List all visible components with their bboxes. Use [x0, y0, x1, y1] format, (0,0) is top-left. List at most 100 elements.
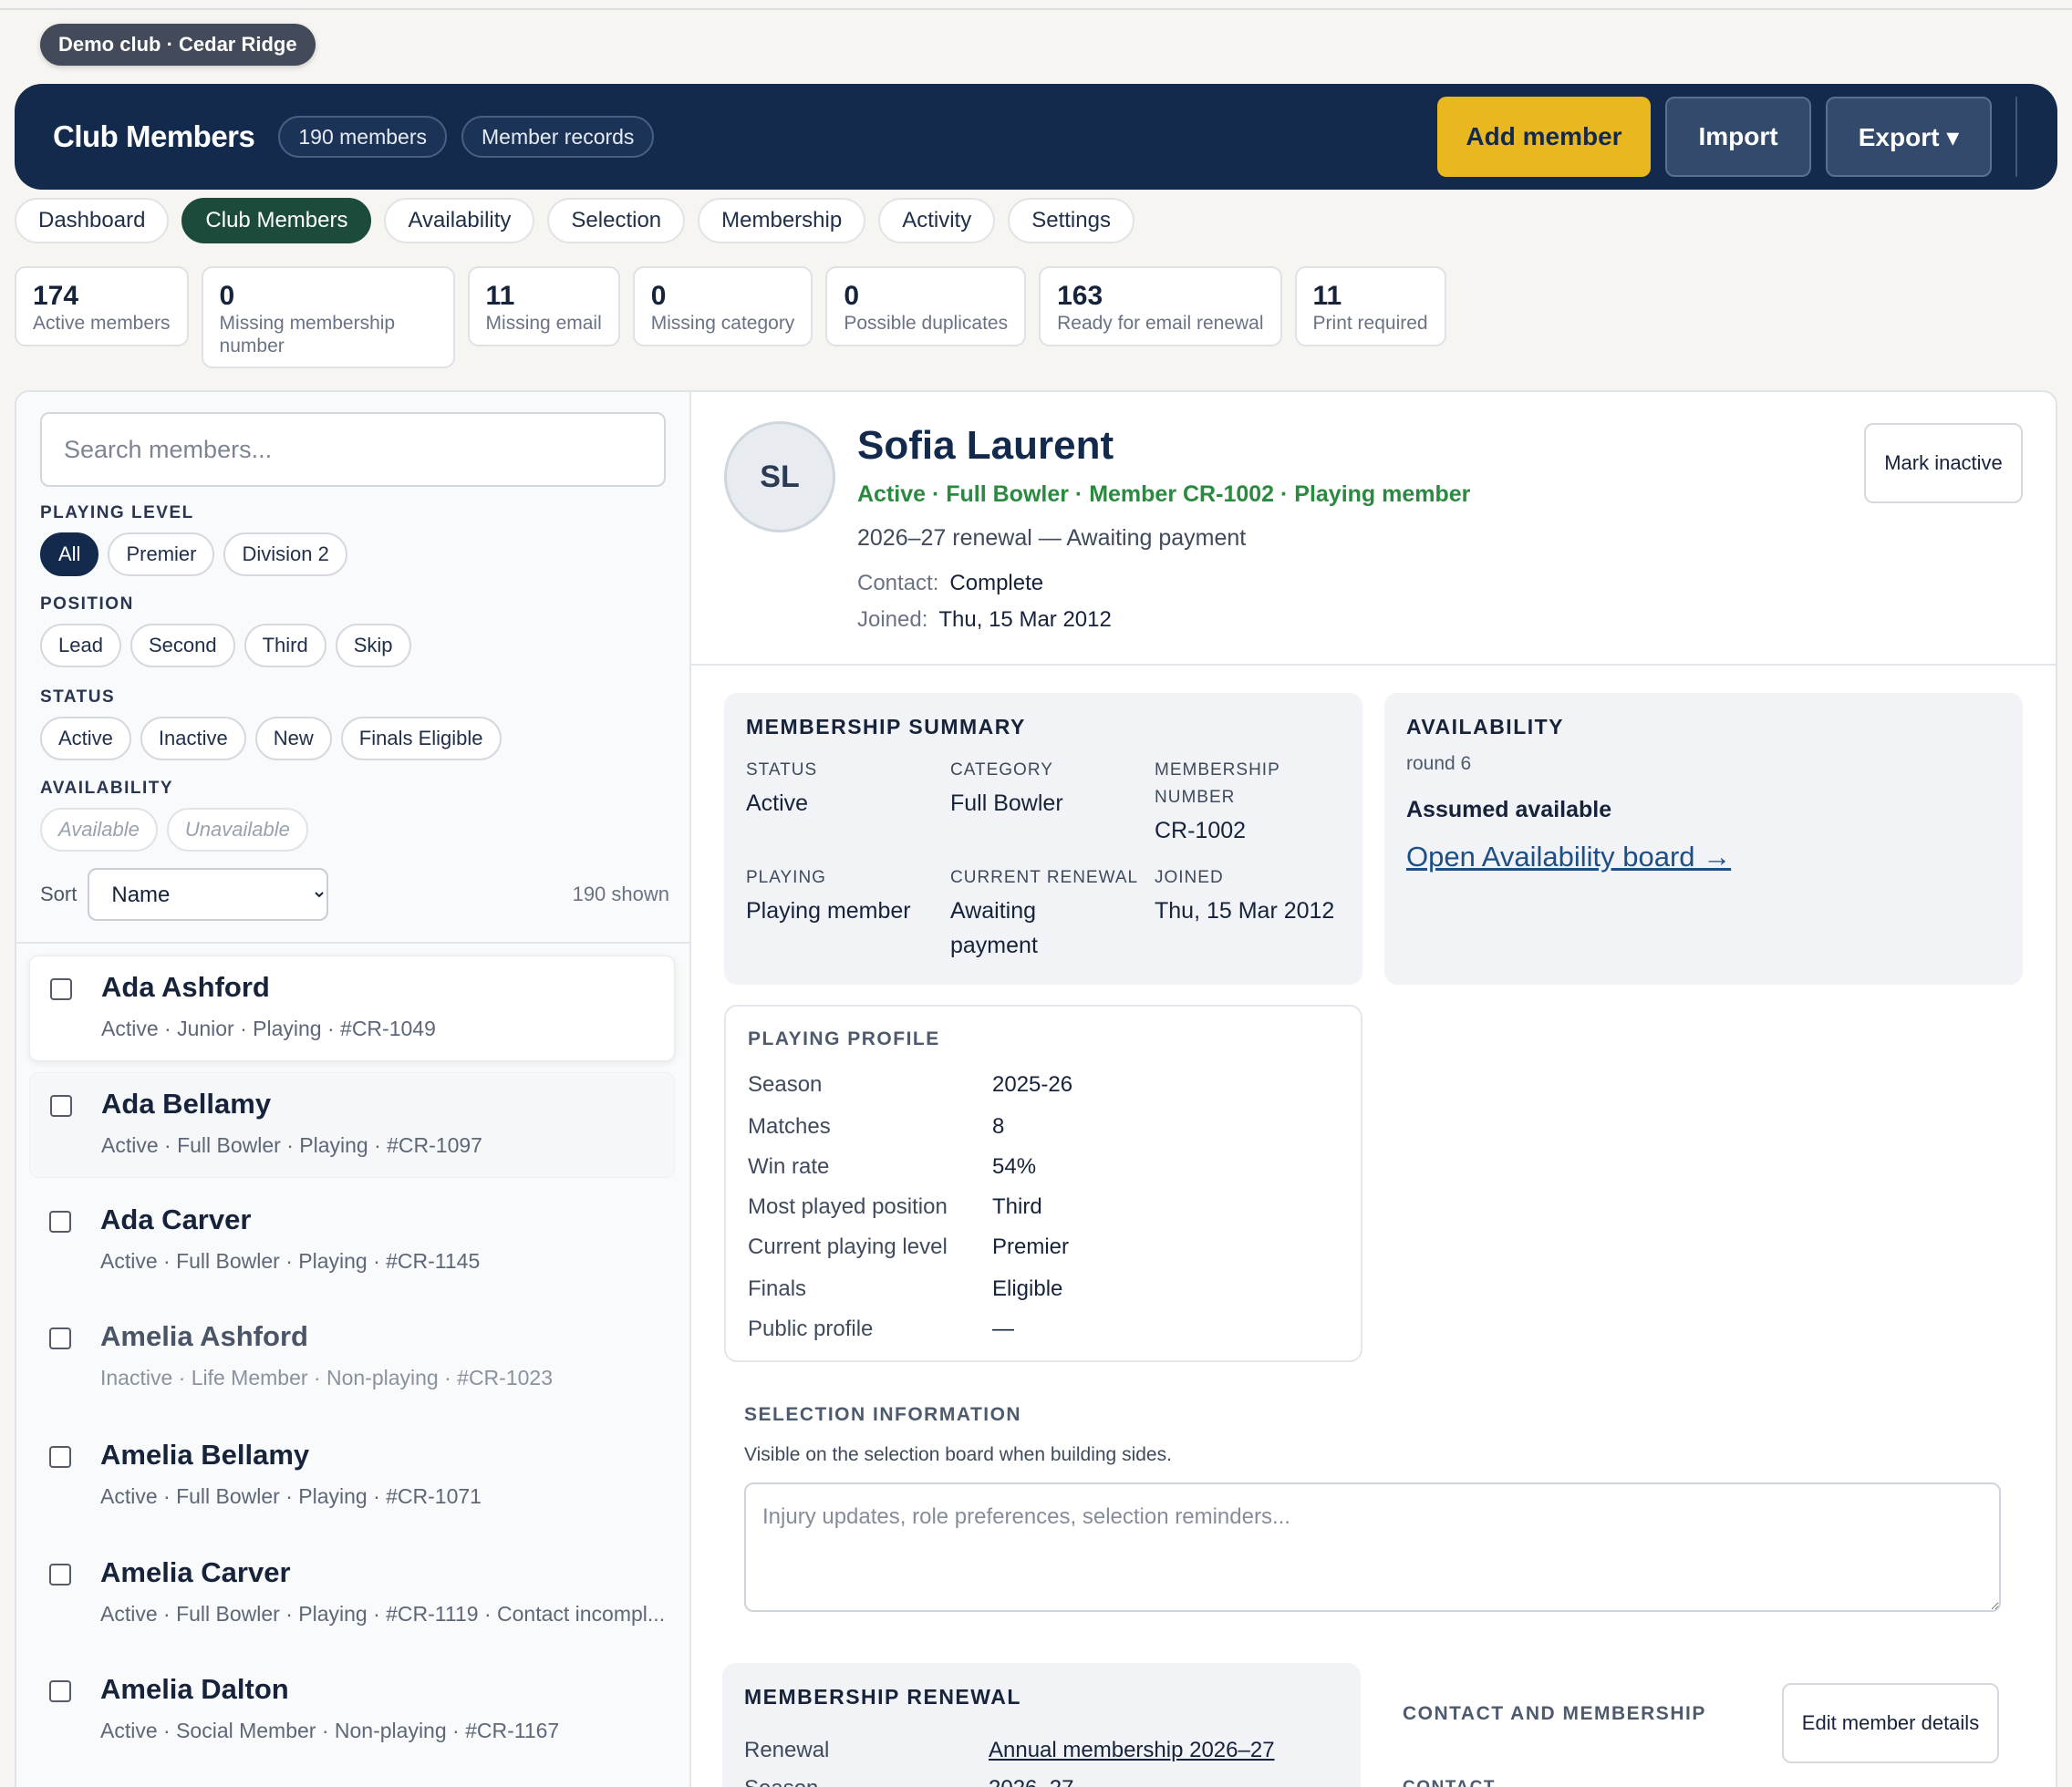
summary-category-key: CATEGORY [950, 760, 1053, 780]
row-value: 2025-26 [992, 1072, 1073, 1097]
member-checkbox[interactable] [49, 1327, 71, 1349]
membership-renewal-title: MEMBERSHIP RENEWAL [744, 1685, 1021, 1709]
tab-membership[interactable]: Membership [698, 198, 866, 243]
summary-status-key: STATUS [746, 760, 818, 780]
renewal-link[interactable]: Annual membership 2026–27 [989, 1738, 1275, 1763]
member-checkbox[interactable] [49, 1211, 71, 1233]
contact-value: Complete [949, 571, 1044, 595]
tab-activity[interactable]: Activity [878, 198, 996, 243]
summary-joined-value: Thu, 15 Mar 2012 [1155, 898, 1335, 924]
profile-row-win-rate: Win rate 54% [748, 1154, 1036, 1180]
row-value: 8 [992, 1114, 1005, 1139]
profile-row-level: Current playing level Premier [748, 1234, 1069, 1260]
member-name: Ada Carver [100, 1203, 252, 1235]
chip-status-new[interactable]: New [254, 717, 332, 760]
profile-row-finals: Finals Eligible [748, 1276, 1062, 1302]
list-item[interactable]: Amelia Bellamy Active · Full Bowler · Pl… [29, 1424, 675, 1530]
chip-status-finals-eligible[interactable]: Finals Eligible [340, 717, 502, 760]
chip-level-division-2[interactable]: Division 2 [223, 532, 347, 576]
member-meta: Active · Social Member · Non-playing · #… [100, 1719, 560, 1742]
top-divider [0, 8, 2072, 10]
summary-renewal-key: CURRENT RENEWAL [950, 868, 1139, 887]
summary-status-value: Active [746, 790, 809, 816]
tab-availability[interactable]: Availability [384, 198, 535, 243]
export-button[interactable]: Export ▾ [1826, 97, 1992, 177]
availability-round: round 6 [1406, 753, 1472, 774]
tab-dashboard[interactable]: Dashboard [15, 198, 170, 243]
row-key: Renewal [744, 1738, 830, 1762]
chip-position-second[interactable]: Second [130, 624, 235, 667]
row-key: Current playing level [748, 1234, 948, 1259]
summary-renewal: CURRENT RENEWAL Awaiting payment [950, 864, 1138, 963]
status-label: STATUS [40, 687, 116, 707]
tab-settings[interactable]: Settings [1008, 198, 1134, 243]
stat-label: Possible duplicates [844, 313, 1009, 334]
mark-inactive-button[interactable]: Mark inactive [1864, 423, 2023, 503]
stat-label: Ready for email renewal [1057, 313, 1264, 334]
chip-position-skip[interactable]: Skip [335, 624, 411, 667]
stat-value: 174 [33, 281, 79, 311]
membership-renewal-card: MEMBERSHIP RENEWAL Renewal Annual members… [722, 1663, 1361, 1787]
open-availability-board-link[interactable]: Open Availability board → [1406, 841, 1731, 873]
list-item[interactable]: Ada Ashford Active · Junior · Playing · … [29, 955, 675, 1061]
member-checkbox[interactable] [50, 978, 72, 1000]
member-checkbox[interactable] [50, 1095, 72, 1117]
edit-member-details-button[interactable]: Edit member details [1782, 1683, 1999, 1763]
stat-missing-email[interactable]: 11 Missing email [467, 266, 620, 346]
chip-level-premier[interactable]: Premier [108, 532, 215, 576]
stat-label: Missing email [485, 313, 602, 334]
chip-status-active[interactable]: Active [40, 717, 131, 760]
chip-position-lead[interactable]: Lead [40, 624, 121, 667]
stat-missing-membership-number[interactable]: 0 Missing membership number [201, 266, 455, 368]
summary-renewal-value-2: payment [950, 933, 1038, 958]
chip-position-third[interactable]: Third [243, 624, 326, 667]
stat-print-required[interactable]: 11 Print required [1294, 266, 1446, 346]
summary-number-key-2: NUMBER [1155, 788, 1236, 807]
row-key: Matches [748, 1114, 831, 1139]
stat-label: Missing category [650, 313, 795, 334]
list-item[interactable]: Amelia Carver Active · Full Bowler · Pla… [29, 1542, 675, 1648]
chip-unavailable[interactable]: Unavailable [166, 808, 308, 852]
summary-number: MEMBERSHIP NUMBER CR-1002 [1155, 757, 1280, 848]
member-renewal-status: 2026–27 renewal — Awaiting payment [857, 525, 1247, 551]
member-meta: Active · Full Bowler · Playing · #CR-109… [101, 1133, 482, 1157]
playing-level-filters: All Premier Division 2 [40, 532, 357, 576]
summary-joined: JOINED Thu, 15 Mar 2012 [1155, 864, 1334, 928]
row-value: 2026–27 [989, 1776, 1073, 1787]
stat-active-members[interactable]: 174 Active members [15, 266, 189, 346]
selection-notes-input[interactable] [744, 1482, 2001, 1612]
stat-possible-duplicates[interactable]: 0 Possible duplicates [825, 266, 1027, 346]
list-item[interactable]: Amelia Ashford Inactive · Life Member · … [29, 1306, 675, 1411]
chip-available[interactable]: Available [40, 808, 158, 852]
row-value: Eligible [992, 1276, 1063, 1301]
club-badge[interactable]: Demo club · Cedar Ridge [40, 24, 316, 66]
member-checkbox[interactable] [49, 1680, 71, 1702]
stat-missing-category[interactable]: 0 Missing category [632, 266, 813, 346]
chip-status-inactive[interactable]: Inactive [140, 717, 246, 760]
row-key: Most played position [748, 1194, 948, 1219]
page-title: Club Members [53, 119, 255, 153]
member-checkbox[interactable] [49, 1446, 71, 1468]
list-item[interactable]: Amelia Dalton Active · Social Member · N… [29, 1658, 675, 1764]
import-button[interactable]: Import [1665, 97, 1811, 177]
search-input[interactable] [40, 412, 666, 487]
list-item[interactable]: Ada Bellamy Active · Full Bowler · Playi… [29, 1072, 675, 1178]
sort-select[interactable]: Name [88, 868, 329, 921]
selection-info-title: SELECTION INFORMATION [744, 1404, 1022, 1425]
list-item[interactable]: Ada Carver Active · Full Bowler · Playin… [29, 1189, 675, 1295]
contact-line: Contact: Complete [857, 571, 1043, 596]
row-key: Finals [748, 1276, 807, 1301]
row-key: Season [744, 1776, 818, 1787]
chip-level-all[interactable]: All [40, 532, 99, 576]
main-nav: Dashboard Club Members Availability Sele… [15, 198, 1147, 243]
stat-ready-for-email-renewal[interactable]: 163 Ready for email renewal [1039, 266, 1282, 346]
app-header: Club Members 190 members Member records … [15, 84, 2057, 190]
tab-club-members[interactable]: Club Members [181, 198, 372, 243]
row-key: Win rate [748, 1154, 830, 1179]
add-member-button[interactable]: Add member [1437, 97, 1651, 177]
member-status-line: Active · Full Bowler · Member CR-1002 · … [857, 481, 1471, 507]
member-checkbox[interactable] [49, 1564, 71, 1586]
stat-value: 163 [1057, 281, 1103, 311]
tab-selection[interactable]: Selection [547, 198, 686, 243]
stats-row: 174 Active members 0 Missing membership … [15, 266, 1459, 368]
